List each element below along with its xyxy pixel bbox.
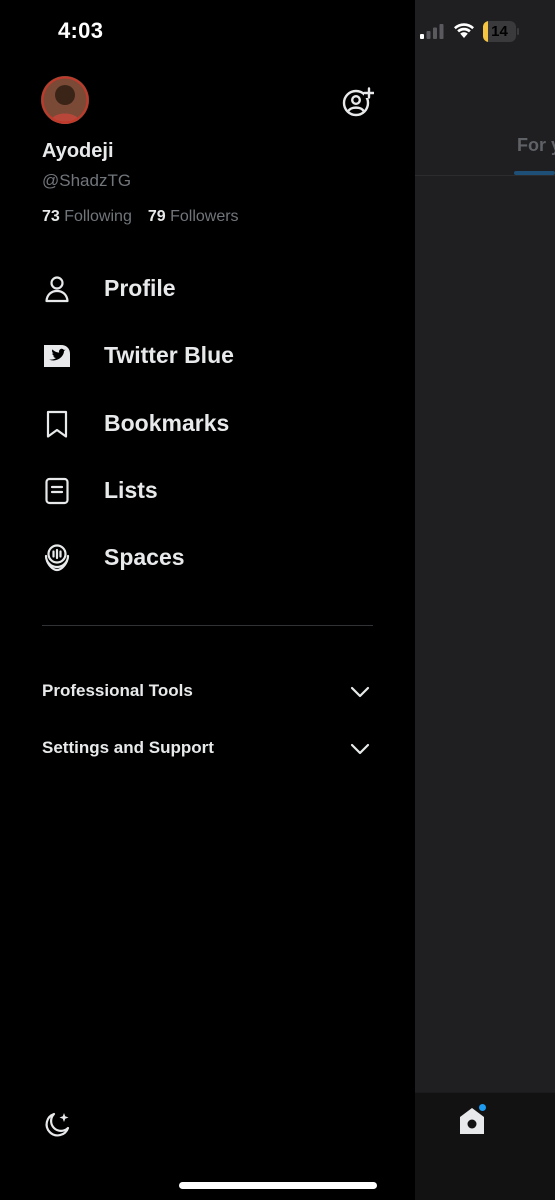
battery-body: 14 bbox=[483, 21, 516, 42]
following-count: 73 bbox=[42, 208, 60, 225]
menu-label: Twitter Blue bbox=[104, 342, 234, 368]
followers-count: 79 bbox=[147, 208, 166, 225]
menu-item-bookmarks[interactable]: Bookmarks bbox=[0, 394, 415, 454]
status-time: 4:03 bbox=[58, 18, 104, 43]
display-name[interactable]: Ayodeji bbox=[42, 140, 114, 163]
avatar-image bbox=[41, 76, 89, 124]
bookmark-icon bbox=[46, 410, 68, 438]
person-icon bbox=[45, 276, 69, 303]
section-settings-and-support[interactable]: Settings and Support bbox=[0, 726, 415, 770]
menu-label: Bookmarks bbox=[104, 410, 230, 436]
spaces-icon bbox=[44, 544, 70, 572]
following-label: Following bbox=[64, 208, 132, 225]
menu-item-lists[interactable]: Lists bbox=[0, 461, 415, 521]
chevron-down-icon bbox=[350, 686, 370, 698]
menu-item-twitter-blue[interactable]: Twitter Blue bbox=[0, 326, 415, 386]
twitter-blue-icon bbox=[44, 345, 70, 367]
section-label: Settings and Support bbox=[42, 738, 214, 757]
follow-stats: 73 Following 79 Followers bbox=[42, 208, 239, 226]
menu-label: Lists bbox=[104, 477, 158, 503]
battery-level: 14 bbox=[491, 23, 508, 40]
menu-label: Profile bbox=[104, 275, 176, 301]
menu-item-profile[interactable]: Profile bbox=[0, 259, 415, 319]
home-indicator[interactable] bbox=[179, 1182, 377, 1189]
menu-label: Spaces bbox=[104, 544, 185, 570]
wifi-icon bbox=[454, 23, 474, 38]
section-label: Professional Tools bbox=[42, 681, 193, 700]
cellular-signal-icon bbox=[420, 24, 444, 39]
moon-icon[interactable] bbox=[42, 1110, 72, 1140]
section-professional-tools[interactable]: Professional Tools bbox=[0, 669, 415, 713]
menu-divider bbox=[42, 625, 373, 626]
followers-link[interactable]: 79 Followers bbox=[148, 208, 239, 225]
menu-item-spaces[interactable]: Spaces bbox=[0, 528, 415, 588]
add-account-icon[interactable] bbox=[342, 86, 374, 118]
notification-dot bbox=[478, 1103, 487, 1112]
chevron-down-icon bbox=[350, 743, 370, 755]
lists-icon bbox=[45, 477, 69, 505]
timeline-backdrop[interactable]: For y bbox=[415, 0, 555, 1200]
battery-cap bbox=[517, 28, 519, 35]
user-handle: @ShadzTG bbox=[42, 171, 132, 190]
avatar[interactable] bbox=[41, 76, 89, 124]
tab-for-you[interactable]: For y bbox=[517, 135, 555, 156]
following-link[interactable]: 73 Following bbox=[42, 208, 132, 225]
followers-label: Followers bbox=[170, 208, 239, 225]
tab-divider bbox=[415, 175, 555, 176]
battery-indicator: 14 bbox=[483, 21, 519, 42]
